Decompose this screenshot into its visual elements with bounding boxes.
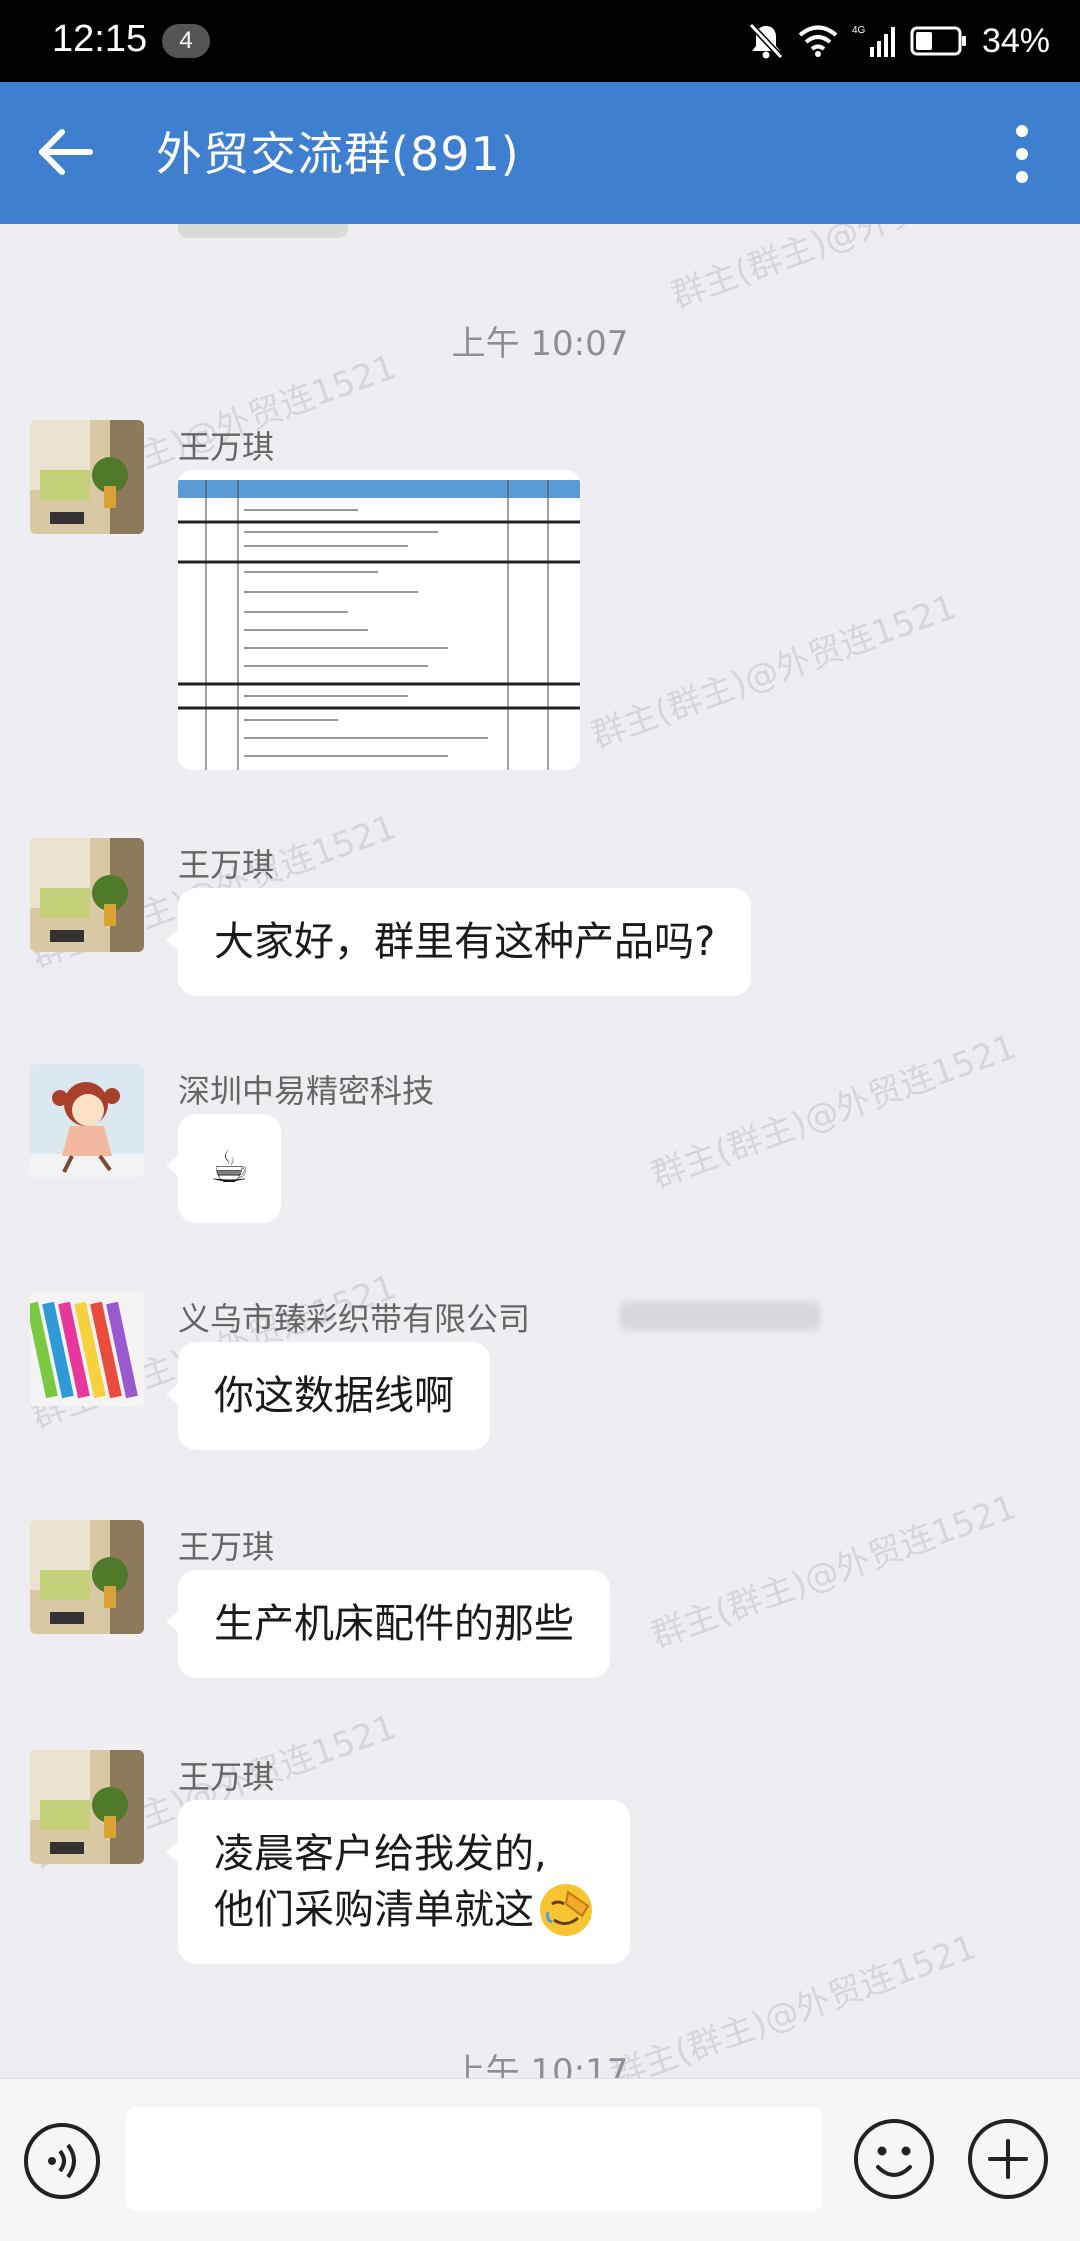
avatar-cartoon-girl-icon xyxy=(30,1064,144,1178)
back-arrow-icon xyxy=(39,129,93,175)
message-line: 凌晨客户给我发的, xyxy=(214,1831,547,1877)
voice-icon xyxy=(24,2123,100,2199)
timestamp: 上午 10:17 xyxy=(451,2052,629,2078)
avatar[interactable] xyxy=(30,1750,144,1864)
voice-input-button[interactable] xyxy=(22,2121,102,2201)
sender-name: 王万琪 xyxy=(178,428,275,466)
previous-image-fragment[interactable] xyxy=(178,224,348,238)
sender-name: 王万琪 xyxy=(178,1758,275,1796)
message-bubble[interactable]: 你这数据线啊 xyxy=(166,1342,490,1450)
sender-name: 深圳中易精密科技 xyxy=(178,1072,435,1110)
status-time: 12:15 xyxy=(52,18,148,60)
avatar-room-icon xyxy=(30,1520,144,1634)
message-input[interactable] xyxy=(126,2107,822,2211)
avatar[interactable] xyxy=(30,1520,144,1634)
chat-message-list[interactable]: 群主(群主)@外贸连1521 群主(群主)@外贸连1521 群主(群主)@外贸连… xyxy=(0,224,1080,2078)
message-bubble[interactable]: 大家好，群里有这种产品吗? xyxy=(165,888,752,996)
redacted-sender-tag xyxy=(620,1302,820,1330)
coffee-icon: ☕ xyxy=(210,1142,250,1193)
message-line-wrap: 他们采购清单就这 xyxy=(214,1882,594,1938)
cellular-signal-icon: 4G xyxy=(852,25,895,57)
battery-icon xyxy=(910,26,966,56)
smiley-icon xyxy=(854,2119,934,2199)
message-bubble[interactable]: 凌晨客户给我发的, 他们采购清单就这 xyxy=(166,1800,630,1964)
status-bar: 12:15 4 4G 34% xyxy=(0,0,1080,82)
emoji-button[interactable] xyxy=(852,2117,936,2201)
avatar-room-icon xyxy=(30,838,144,952)
emoji-message-bubble[interactable]: ☕ xyxy=(165,1114,282,1223)
chat-title: 外贸交流群(891) xyxy=(156,127,520,181)
avatar[interactable] xyxy=(30,1064,144,1178)
message-line: 他们采购清单就这 xyxy=(214,1887,534,1933)
facepalm-emoji-icon xyxy=(540,1884,592,1936)
status-icons: 4G 34% xyxy=(748,18,1050,64)
battery-percent: 34% xyxy=(981,21,1050,60)
watermark: 群主(群主)@外贸连1521 xyxy=(645,1027,1022,1197)
spreadsheet-image-icon xyxy=(178,470,580,770)
message-bubble[interactable]: 生产机床配件的那些 xyxy=(166,1570,610,1678)
avatar-room-icon xyxy=(30,420,144,534)
back-button[interactable] xyxy=(28,112,108,192)
mute-bell-icon xyxy=(748,22,784,60)
avatar-room-icon xyxy=(30,1750,144,1864)
watermark: 群主(群主)@外贸连1521 xyxy=(645,1487,1022,1657)
chat-header: 外贸交流群(891) xyxy=(0,82,1080,224)
more-actions-button[interactable] xyxy=(966,2117,1050,2201)
watermark: 群主(群主)@外贸连1521 xyxy=(585,587,962,757)
more-vertical-icon xyxy=(1016,125,1028,183)
plus-icon xyxy=(968,2119,1048,2199)
notification-count-badge: 4 xyxy=(162,24,210,58)
image-message[interactable] xyxy=(178,470,580,770)
more-options-button[interactable] xyxy=(992,114,1052,194)
sender-name: 义乌市臻彩织带有限公司 xyxy=(178,1300,531,1338)
avatar[interactable] xyxy=(30,420,144,534)
avatar-ribbons-icon xyxy=(30,1292,144,1406)
watermark: 群主(群主)@外贸连1521 xyxy=(665,224,1042,317)
avatar[interactable] xyxy=(30,838,144,952)
wifi-icon xyxy=(798,25,838,57)
timestamp: 上午 10:07 xyxy=(451,324,629,364)
sender-name: 王万琪 xyxy=(178,846,275,884)
message-input-bar xyxy=(0,2078,1080,2241)
avatar[interactable] xyxy=(30,1292,144,1406)
signal-label: 4G xyxy=(852,25,866,36)
sender-name: 王万琪 xyxy=(178,1528,275,1566)
